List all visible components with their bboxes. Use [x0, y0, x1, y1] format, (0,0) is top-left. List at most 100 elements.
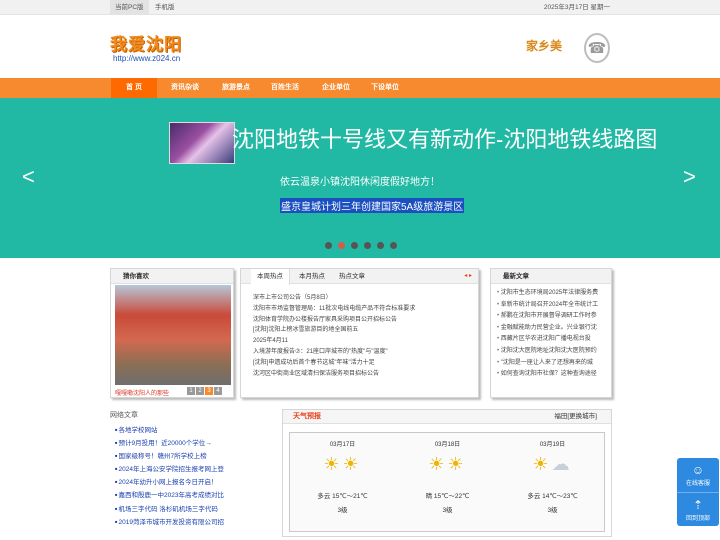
- list-item[interactable]: "沈阳是一座让人来了还想再来的城: [497, 358, 607, 370]
- photo-caption[interactable]: 嘎嘎嘞沈阳人的那些: [115, 388, 169, 397]
- tab-monthly-hot[interactable]: 本月热点: [293, 269, 331, 284]
- list-item[interactable]: 嘉西和殷鹿一中2023年高考成绩对比: [115, 489, 240, 502]
- list-item[interactable]: 2024年上海公安学院招生报考网上登: [115, 463, 240, 476]
- list-item[interactable]: 沈阳市市场监督管理局：11批次电线电缆产品不符合标准要求: [253, 304, 415, 315]
- list-item[interactable]: [沈阳]沈阳上榜冰雪旅游目的地全国前五: [253, 325, 415, 336]
- back-to-top-button[interactable]: ⇡ 回到顶部: [677, 492, 719, 526]
- floating-panel: ☺ 在线客服 ⇡ 回到顶部: [677, 458, 719, 526]
- weather-header: 天气预报 福田[更换城市]: [283, 410, 611, 424]
- pc-version-link[interactable]: 当前PC版: [110, 0, 149, 15]
- hometown-text: 家乡美: [526, 39, 563, 53]
- site-header: 我爱沈阳 http://www.z024.cn 家乡美 ☎: [0, 16, 720, 78]
- hometown-badge: 家乡美 ☎: [522, 32, 612, 66]
- banner-dot[interactable]: [325, 242, 332, 249]
- site-logo[interactable]: 我爱沈阳: [110, 30, 182, 55]
- forecast-wind: 3级: [442, 507, 453, 514]
- list-item[interactable]: 阜新市统计局召开2024年全市统计工: [497, 300, 607, 312]
- latest-articles-box: 最新文章 沈阳市生态环境局2025年法律服务费 阜新市统计局召开2024年全市统…: [490, 268, 612, 398]
- list-item[interactable]: 机场三字代码 洛杉矶机场三字代码: [115, 503, 240, 516]
- online-service-label: 在线客服: [685, 481, 710, 487]
- forecast-temp: 晴 15℃～22℃: [425, 493, 470, 500]
- pager-2[interactable]: 2: [196, 387, 204, 395]
- mobile-version-link[interactable]: 手机版: [150, 0, 180, 15]
- list-item[interactable]: 深市上市公司公告（5月8日）: [253, 293, 415, 304]
- list-item[interactable]: 金融赋能助力民营企业。兴业银行沈: [497, 323, 607, 335]
- latest-articles-list: 沈阳市生态环境局2025年法律服务费 阜新市统计局召开2024年全市统计工 郝鹏…: [491, 284, 611, 381]
- hero-banner: 沈阳地铁十号线又有新动作-沈阳地铁线路图 依云温泉小镇沈阳休闲度假好地方！ 盛京…: [0, 98, 720, 258]
- list-item[interactable]: 郝鹏在沈阳市开展督导调研工作时参: [497, 311, 607, 323]
- list-item[interactable]: 国家级称号！赣州7所学校上榜: [115, 450, 240, 463]
- pager-4[interactable]: 4: [214, 387, 222, 395]
- tab-hot-articles[interactable]: 热点文章: [333, 269, 371, 284]
- nav-item-news[interactable]: 资讯杂谈: [162, 78, 208, 98]
- forecast-day: 03月19日 ☀☁ 多云 14℃～23℃ 3级: [500, 433, 605, 531]
- back-to-top-label: 回到顶部: [685, 516, 710, 522]
- net-articles-header: 网络文章: [110, 412, 138, 419]
- photo-box-header: 猜你喜欢: [111, 269, 233, 284]
- forecast-temp: 多云 15℃～21℃: [317, 493, 368, 500]
- main-nav: 首 页 资讯杂谈 旅游景点 百姓生活 企业单位 下设单位: [0, 78, 720, 98]
- online-service-button[interactable]: ☺ 在线客服: [677, 458, 719, 492]
- nav-item-enterprise[interactable]: 企业单位: [313, 78, 359, 98]
- cloud-icon: ☀☁: [532, 454, 573, 474]
- latest-articles-header: 最新文章: [491, 269, 611, 284]
- list-item[interactable]: 入境游年度报告⑦：21座口岸城市的"热度"与"温度": [253, 347, 415, 358]
- tab-weekly-hot[interactable]: 本周热点: [251, 269, 290, 285]
- banner-dot[interactable]: [390, 242, 397, 249]
- net-articles-list: 各地学校网站 预计9月投用！近20000个学位→ 国家级称号！赣州7所学校上榜 …: [110, 424, 240, 529]
- hot-tabs: 本周热点 本月热点 热点文章 ◂ ▸: [241, 269, 478, 285]
- list-item[interactable]: 各地学校网站: [115, 424, 240, 437]
- list-item[interactable]: 2019菏泽市城市开发投资有限公司招: [115, 516, 240, 529]
- banner-subtitle-2[interactable]: 盛京皇城计划三年创建国家5A级旅游景区: [280, 198, 465, 213]
- banner-dot[interactable]: [364, 242, 371, 249]
- banner-dot[interactable]: [351, 242, 358, 249]
- list-item[interactable]: 沈阳沈大医院地址沈阳沈大医院预约: [497, 346, 607, 358]
- weather-title: 天气预报: [293, 413, 321, 420]
- site-url[interactable]: http://www.z024.cn: [113, 54, 180, 63]
- banner-dot-active[interactable]: [338, 242, 345, 249]
- banner-subtitle-1[interactable]: 依云温泉小镇沈阳休闲度假好地方！: [280, 173, 440, 188]
- nav-item-subunits[interactable]: 下设单位: [362, 78, 408, 98]
- net-articles: 网络文章 各地学校网站 预计9月投用！近20000个学位→ 国家级称号！赣州7所…: [110, 410, 240, 529]
- list-item[interactable]: 如何查询沈阳市社保？这种查询途径: [497, 369, 607, 381]
- forecast-wind: 3级: [337, 507, 348, 514]
- nav-item-life[interactable]: 百姓生活: [262, 78, 308, 98]
- banner-next-arrow[interactable]: >: [683, 164, 696, 190]
- list-item[interactable]: 沈河区中街商业区域清扫保洁服务项目招标公告: [253, 369, 415, 380]
- pager-1[interactable]: 1: [187, 387, 195, 395]
- list-item[interactable]: 沈阳体育学院办公楼报告厅家具采购项目公开招标公告: [253, 315, 415, 326]
- sun-icon: ☀☀: [428, 454, 467, 474]
- sun-icon: ☀☀: [323, 454, 362, 474]
- forecast-day: 03月17日 ☀☀ 多云 15℃～21℃ 3级: [290, 433, 395, 531]
- list-item[interactable]: 预计9月投用！近20000个学位→: [115, 437, 240, 450]
- list-item[interactable]: 西藏片区华农进沈阳广播电视台投: [497, 334, 607, 346]
- forecast-date: 03月17日: [329, 442, 356, 448]
- banner-prev-arrow[interactable]: <: [22, 164, 35, 190]
- list-item[interactable]: 沈阳市生态环境局2025年法律服务费: [497, 288, 607, 300]
- top-bar: 当前PC版 手机版 2025年3月17日 星期一: [0, 0, 720, 15]
- nav-item-tourism[interactable]: 旅游景点: [213, 78, 259, 98]
- change-city-link[interactable]: 福田[更换城市]: [554, 410, 597, 424]
- hot-news-box: 本周热点 本月热点 热点文章 ◂ ▸ 深市上市公司公告（5月8日） 沈阳市市场监…: [240, 268, 479, 398]
- current-date: 2025年3月17日 星期一: [543, 4, 610, 11]
- photo-pager: 1234: [187, 387, 223, 395]
- list-item[interactable]: 2025年4月11: [253, 336, 415, 347]
- forecast-temp: 多云 14℃～23℃: [527, 493, 578, 500]
- banner-dot[interactable]: [377, 242, 384, 249]
- arrow-up-icon: ⇡: [692, 498, 704, 512]
- weather-forecast: 03月17日 ☀☀ 多云 15℃～21℃ 3级 03月18日 ☀☀ 晴 15℃～…: [289, 432, 605, 532]
- nav-item-home[interactable]: 首 页: [111, 78, 157, 98]
- forecast-date: 03月18日: [434, 442, 461, 448]
- banner-thumbnail[interactable]: [169, 122, 235, 164]
- list-item[interactable]: [沈阳]申遗成功后首个春节这城"年味"活力十足: [253, 358, 415, 369]
- banner-dots: [325, 242, 403, 251]
- pager-3[interactable]: 3: [205, 387, 213, 395]
- list-item[interactable]: 2024年幼升小网上报名今日开启！: [115, 476, 240, 489]
- weather-widget: 天气预报 福田[更换城市] 03月17日 ☀☀ 多云 15℃～21℃ 3级 03…: [282, 409, 612, 537]
- photo-box: 猜你喜欢 嘎嘎嘞沈阳人的那些 1234: [110, 268, 234, 398]
- tab-arrows-icon[interactable]: ◂ ▸: [464, 269, 472, 284]
- photo-image[interactable]: [115, 285, 231, 385]
- user-icon: ☺: [691, 463, 705, 477]
- banner-title[interactable]: 沈阳地铁十号线又有新动作-沈阳地铁线路图: [232, 122, 657, 154]
- forecast-day: 03月18日 ☀☀ 晴 15℃～22℃ 3级: [395, 433, 500, 531]
